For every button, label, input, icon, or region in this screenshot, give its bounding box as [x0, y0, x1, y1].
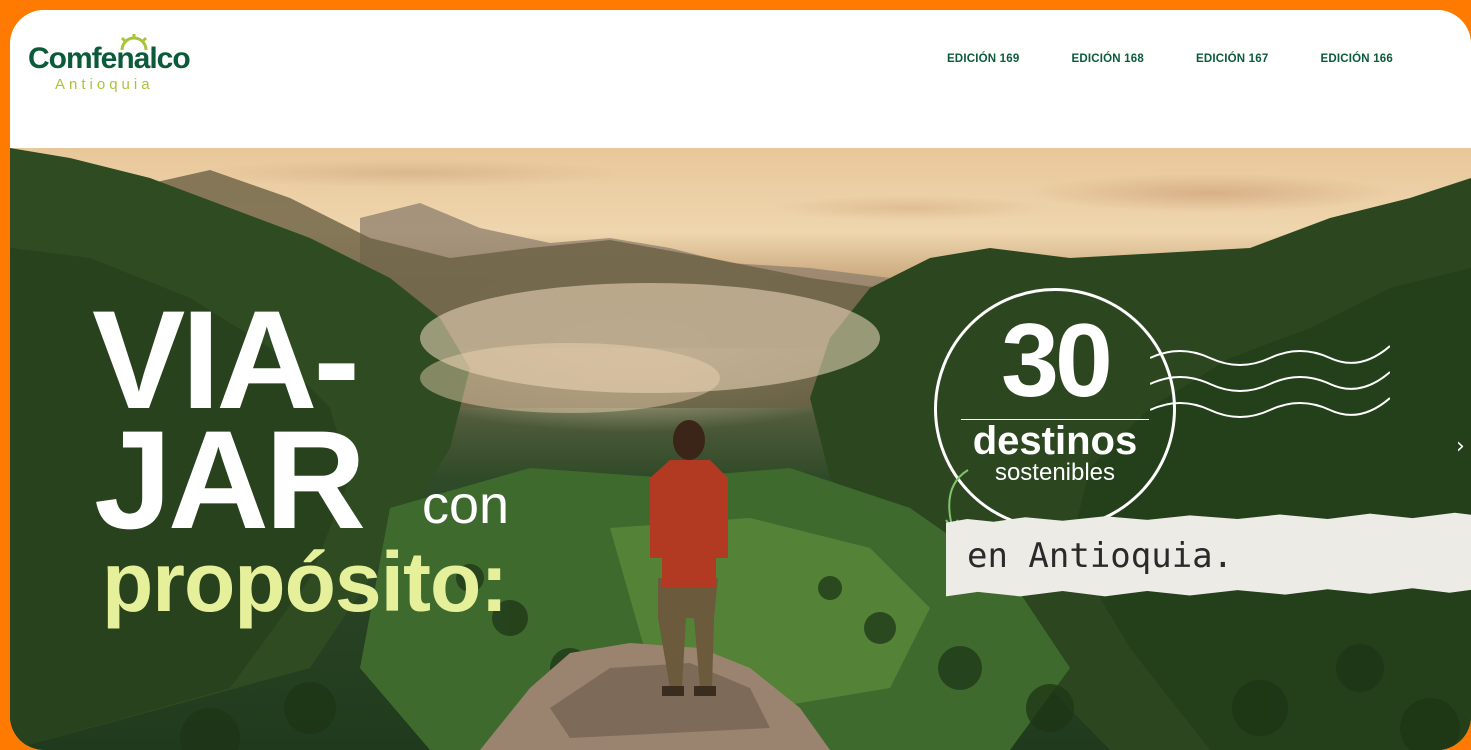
chevron-right-icon[interactable]: › [1456, 434, 1465, 459]
brand-logo[interactable]: Comfenalco Antioquia [28, 32, 198, 93]
logo-region: Antioquia [55, 76, 154, 93]
site-header: Comfenalco Antioquia EDICIÓN 169 EDICIÓN… [10, 10, 1471, 148]
postmark-waves-icon [1150, 345, 1390, 418]
hero-title-line3: propósito: [102, 535, 508, 629]
edition-nav: EDICIÓN 169 EDICIÓN 168 EDICIÓN 167 EDIC… [947, 53, 1393, 65]
hero-banner: VIA- JAR con propósito: 30 destinos sost… [10, 148, 1471, 750]
nav-edition-166[interactable]: EDICIÓN 166 [1320, 53, 1393, 65]
location-text: en Antioquia. [967, 536, 1234, 576]
nav-edition-167[interactable]: EDICIÓN 167 [1196, 53, 1269, 65]
nav-edition-169[interactable]: EDICIÓN 169 [947, 53, 1020, 65]
badge-word: destinos [972, 419, 1138, 463]
logo-name: Comfenalco [28, 42, 191, 75]
nav-edition-168[interactable]: EDICIÓN 168 [1071, 53, 1144, 65]
hero-title-line2: JAR [94, 401, 366, 558]
badge-number: 30 [1001, 303, 1113, 419]
page-frame: Comfenalco Antioquia EDICIÓN 169 EDICIÓN… [10, 10, 1471, 750]
hero-title-connector: con [422, 475, 510, 535]
